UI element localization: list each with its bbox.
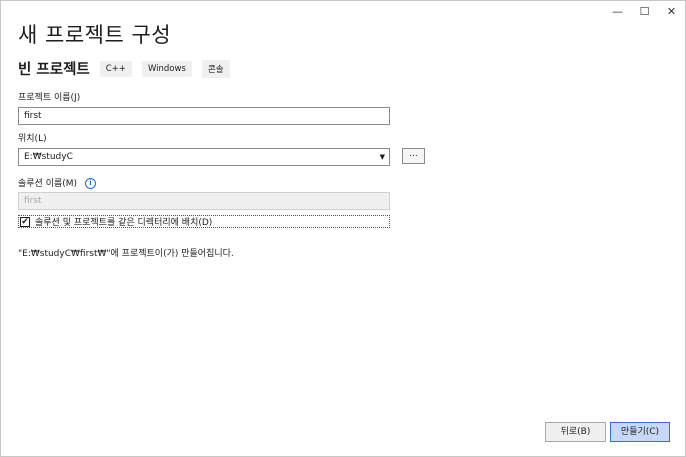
browse-button[interactable]: ... bbox=[402, 148, 425, 164]
back-button[interactable]: 뒤로(B) bbox=[545, 422, 606, 442]
close-icon[interactable]: ✕ bbox=[658, 1, 685, 21]
info-icon[interactable]: i bbox=[84, 178, 96, 189]
solution-name-label-row: 솔루션 이름(M) i bbox=[18, 176, 96, 189]
location-combobox[interactable]: E:₩studyC ▼ bbox=[18, 148, 390, 166]
project-name-input[interactable]: first bbox=[18, 107, 390, 125]
create-button[interactable]: 만들기(C) bbox=[610, 422, 670, 442]
same-directory-label[interactable]: 솔루션 및 프로젝트를 같은 디렉터리에 배치(D) bbox=[35, 215, 212, 228]
same-directory-checkbox[interactable]: ✔ bbox=[20, 216, 30, 227]
maximize-icon[interactable]: ☐ bbox=[631, 1, 658, 21]
solution-name-label: 솔루션 이름(M) bbox=[18, 179, 78, 189]
location-value: E:₩studyC bbox=[24, 152, 73, 162]
window-controls: — ☐ ✕ bbox=[604, 1, 685, 21]
template-info: 빈 프로젝트 C++ Windows 콘솔 bbox=[18, 58, 240, 79]
tag-project-type: 콘솔 bbox=[201, 59, 230, 78]
same-directory-option[interactable]: ✔ 솔루션 및 프로젝트를 같은 디렉터리에 배치(D) bbox=[18, 215, 390, 228]
tag-platform: Windows bbox=[141, 60, 192, 77]
solution-name-input[interactable]: first bbox=[18, 192, 390, 210]
path-message: "E:₩studyC₩first₩"에 프로젝트이(가) 만들어집니다. bbox=[18, 249, 234, 259]
location-label: 위치(L) bbox=[18, 134, 47, 144]
chevron-down-icon[interactable]: ▼ bbox=[380, 149, 385, 165]
project-name-label: 프로젝트 이름(J) bbox=[18, 93, 81, 103]
tag-language: C++ bbox=[99, 60, 132, 77]
template-name: 빈 프로젝트 bbox=[18, 62, 90, 78]
page-title: 새 프로젝트 구성 bbox=[18, 23, 172, 47]
new-project-dialog: — ☐ ✕ 새 프로젝트 구성 빈 프로젝트 C++ Windows 콘솔 프로… bbox=[0, 0, 686, 457]
minimize-icon[interactable]: — bbox=[604, 1, 631, 21]
